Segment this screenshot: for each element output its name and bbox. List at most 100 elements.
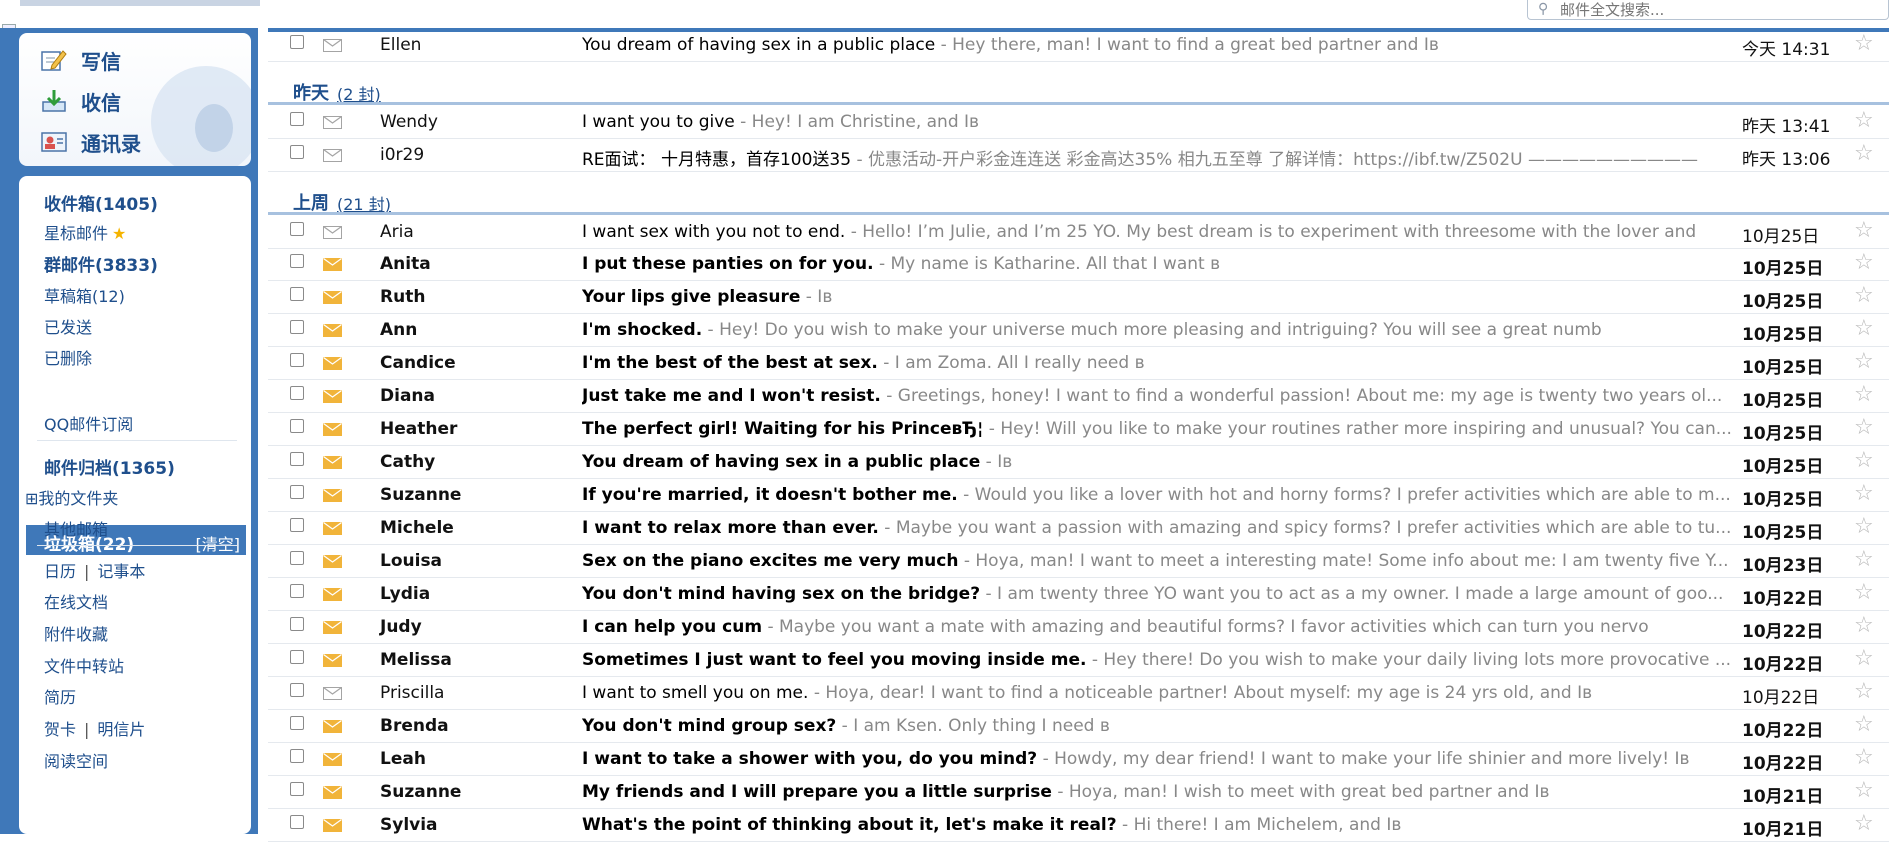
nav-reading-space[interactable]: 阅读空间 [44, 748, 108, 772]
star-icon[interactable]: ☆ [1854, 218, 1874, 243]
nav-starred[interactable]: 星标邮件 ★ [44, 220, 126, 244]
compose-button[interactable]: 写信 [41, 42, 121, 78]
nav-postcard[interactable]: 明信片 [97, 720, 145, 739]
mail-row[interactable]: Priscilla I want to smell you on me. - Ho… [268, 676, 1889, 710]
mail-row[interactable]: Sylvia What's the point of thinking about… [268, 808, 1889, 842]
select-checkbox[interactable] [290, 551, 304, 565]
star-icon[interactable]: ☆ [1854, 712, 1874, 737]
select-checkbox[interactable] [290, 320, 304, 334]
mail-row[interactable]: Michele I want to relax more than ever. -… [268, 511, 1889, 545]
star-icon[interactable]: ☆ [1854, 481, 1874, 506]
mail-row[interactable]: i0r29 RE面试： 十月特惠，首存100送35 - 优惠活动-开户彩金连连送 … [268, 138, 1889, 172]
mail-row[interactable]: Heather The perfect girl! Waiting for his… [268, 412, 1889, 446]
select-checkbox[interactable] [290, 782, 304, 796]
nav-notes[interactable]: 记事本 [97, 562, 145, 581]
select-checkbox[interactable] [290, 518, 304, 532]
search-input[interactable] [1558, 0, 1882, 21]
nav-deleted[interactable]: 已删除 [44, 345, 92, 369]
receive-button[interactable]: 收信 [41, 83, 121, 119]
search-box[interactable]: ⚲ [1527, 0, 1889, 21]
nav-resume[interactable]: 简历 [44, 684, 76, 708]
star-icon[interactable]: ☆ [1854, 514, 1874, 539]
mail-row[interactable]: Aria I want sex with you not to end. - He… [268, 215, 1889, 249]
nav-greeting-card[interactable]: 贺卡 [44, 720, 76, 739]
contacts-button[interactable]: 通讯录 [41, 124, 141, 160]
select-checkbox[interactable] [290, 683, 304, 697]
star-icon[interactable]: ☆ [1854, 108, 1874, 133]
star-icon[interactable]: ☆ [1854, 547, 1874, 572]
mail-subject: I want to relax more than ever. [582, 518, 879, 538]
select-checkbox[interactable] [290, 287, 304, 301]
star-icon[interactable]: ☆ [1854, 415, 1874, 440]
mail-row[interactable]: Wendy I want you to give - Hey! I am Chri… [268, 105, 1889, 139]
star-icon[interactable]: ☆ [1854, 250, 1874, 275]
star-icon[interactable]: ☆ [1854, 349, 1874, 374]
select-checkbox[interactable] [290, 145, 304, 159]
select-checkbox[interactable] [290, 485, 304, 499]
mail-row[interactable]: Melissa Sometimes I just want to feel you… [268, 643, 1889, 677]
star-icon[interactable]: ☆ [1854, 448, 1874, 473]
mail-row[interactable]: Louisa Sex on the piano excites me very m… [268, 544, 1889, 578]
select-checkbox[interactable] [290, 815, 304, 829]
select-checkbox[interactable] [290, 749, 304, 763]
nav-sent[interactable]: 已发送 [44, 314, 92, 338]
star-icon[interactable]: ☆ [1854, 778, 1874, 803]
nav-drafts[interactable]: 草稿箱(12) [44, 283, 125, 307]
select-checkbox[interactable] [290, 386, 304, 400]
nav-online-docs[interactable]: 在线文档 [44, 589, 108, 613]
star-icon[interactable]: ☆ [1854, 382, 1874, 407]
mail-row[interactable]: Suzanne If you're married, it doesn't bot… [268, 478, 1889, 512]
star-icon[interactable]: ☆ [1854, 613, 1874, 638]
star-icon[interactable]: ☆ [1854, 316, 1874, 341]
mail-preview: - Would you like a lover with hot and ho… [957, 485, 1731, 505]
nav-attachments[interactable]: 附件收藏 [44, 621, 108, 645]
star-icon[interactable]: ☆ [1854, 745, 1874, 770]
mail-row[interactable]: Anita I put these panties on for you. - M… [268, 247, 1889, 281]
mail-row[interactable]: Brenda You don't mind group sex? - I am K… [268, 709, 1889, 743]
nav-file-transfer[interactable]: 文件中转站 [44, 653, 124, 677]
star-icon[interactable]: ☆ [1854, 283, 1874, 308]
nav-group-mail[interactable]: 群邮件(3833) [44, 251, 158, 276]
select-checkbox[interactable] [290, 716, 304, 730]
nav-inbox[interactable]: 收件箱(1405) [44, 190, 158, 215]
nav-cards: 贺卡 | 明信片 [44, 716, 145, 740]
mail-row[interactable]: Judy I can help you cum - Maybe you want … [268, 610, 1889, 644]
mail-date: 10月23日 [1742, 556, 1824, 576]
mail-preview: - Iв [800, 287, 833, 307]
sender-name: Diana [380, 386, 435, 406]
expand-icon[interactable]: ⊞ [25, 489, 38, 508]
star-icon[interactable]: ☆ [1854, 141, 1874, 166]
mail-row[interactable]: Leah I want to take a shower with you, do… [268, 742, 1889, 776]
star-icon[interactable]: ☆ [1854, 31, 1874, 56]
mail-row[interactable]: Ellen You dream of having sex in a public… [268, 28, 1889, 62]
nav-my-folders[interactable]: ⊞我的文件夹 [25, 485, 118, 509]
star-icon[interactable]: ☆ [1854, 811, 1874, 836]
nav-calendar[interactable]: 日历 [44, 562, 76, 581]
star-icon[interactable]: ☆ [1854, 646, 1874, 671]
search-icon[interactable]: ⚲ [1538, 1, 1554, 17]
mail-row[interactable]: Diana Just take me and I won't resist. - … [268, 379, 1889, 413]
mail-row[interactable]: Ann I'm shocked. - Hey! Do you wish to ma… [268, 313, 1889, 347]
select-checkbox[interactable] [290, 112, 304, 126]
mail-row[interactable]: Ruth Your lips give pleasure - Iв 10月25日 ☆ [268, 280, 1889, 314]
mail-row[interactable]: Suzanne My friends and I will prepare you… [268, 775, 1889, 809]
star-icon[interactable]: ☆ [1854, 679, 1874, 704]
select-checkbox[interactable] [290, 222, 304, 236]
select-checkbox[interactable] [290, 254, 304, 268]
select-checkbox[interactable] [290, 617, 304, 631]
nav-qq-subscription[interactable]: QQ邮件订阅 [44, 411, 133, 435]
select-checkbox[interactable] [290, 353, 304, 367]
nav-archive[interactable]: 邮件归档(1365) [44, 454, 175, 479]
select-checkbox[interactable] [290, 35, 304, 49]
mail-row[interactable]: Candice I'm the best of the best at sex. … [268, 346, 1889, 380]
select-checkbox[interactable] [290, 452, 304, 466]
select-checkbox[interactable] [290, 650, 304, 664]
mail-row[interactable]: Lydia You don't mind having sex on the br… [268, 577, 1889, 611]
select-checkbox[interactable] [290, 584, 304, 598]
star-icon[interactable]: ☆ [1854, 580, 1874, 605]
mail-row[interactable]: Cathy You dream of having sex in a public… [268, 445, 1889, 479]
nav-other-mailboxes[interactable]: 其他邮箱 [44, 516, 108, 540]
clear-trash-button[interactable]: [清空] [196, 531, 241, 555]
mail-preview: - Greetings, honey! I want to find a won… [880, 386, 1723, 406]
select-checkbox[interactable] [290, 419, 304, 433]
